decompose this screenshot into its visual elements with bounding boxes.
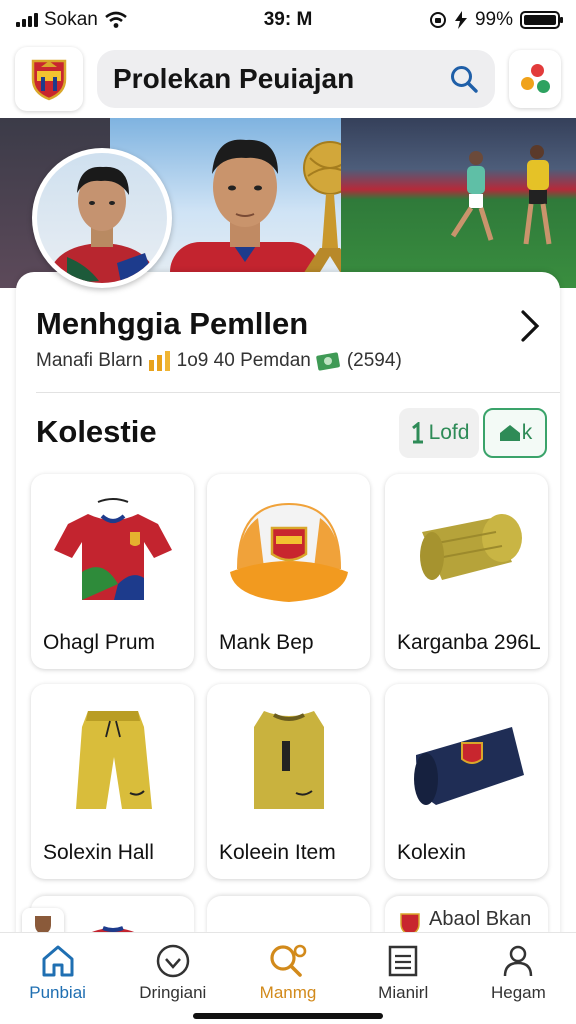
profile-icon — [504, 945, 533, 977]
home-small-icon — [499, 425, 520, 441]
wifi-icon — [105, 11, 127, 28]
product-card[interactable]: Kolexin — [385, 684, 548, 879]
signal-icon — [16, 13, 38, 27]
filter-button-b[interactable]: k — [483, 408, 547, 458]
profile-meta-c: (2594) — [346, 350, 402, 371]
chevron-right-icon[interactable] — [518, 308, 542, 344]
app-header: Prolekan Peuiajan — [0, 42, 576, 116]
home-icon — [42, 945, 74, 977]
cap-icon — [229, 502, 348, 602]
vest-icon — [253, 710, 324, 809]
nav-item-menu[interactable]: Mianirl — [346, 933, 461, 1024]
filter-button-a[interactable]: Lofd — [399, 408, 479, 458]
nav-item-favorites[interactable]: Dringiani — [115, 933, 230, 1024]
search-gear-icon — [270, 944, 307, 977]
product-card[interactable]: Solexin Hall — [31, 684, 194, 879]
status-bar: Sokan 39: M 99% — [0, 0, 576, 40]
shorts-icon — [75, 710, 152, 809]
orientation-lock-icon — [429, 12, 446, 28]
profile-meta-b: 1o9 40 Pemdan — [176, 350, 311, 371]
clock: 39: M — [263, 9, 313, 30]
club-logo-button[interactable] — [15, 47, 83, 111]
nav-item-profile[interactable]: Hegam — [461, 933, 576, 1024]
product-label: Abaol Bkan — [429, 908, 532, 930]
list-icon — [388, 945, 418, 977]
home-indicator — [193, 1013, 383, 1019]
product-label: Kolexin — [397, 841, 466, 864]
carrier-label: Sokan — [44, 9, 98, 30]
towel-roll-icon — [419, 513, 522, 580]
chart-icon — [148, 351, 170, 371]
apps-dots-icon[interactable] — [509, 50, 561, 108]
product-label: Karganba 296L — [397, 631, 541, 654]
collection-title: Kolestie — [36, 414, 157, 449]
search-bar[interactable]: Prolekan Peuiajan — [97, 50, 495, 108]
divider — [36, 392, 560, 393]
nav-label: Dringiani — [139, 983, 207, 1002]
product-card[interactable]: Koleein Item — [207, 684, 370, 879]
product-label: Mank Bep — [219, 631, 314, 654]
filter-button-b-label: k — [521, 421, 533, 444]
search-icon[interactable] — [449, 64, 479, 94]
club-crest-icon — [31, 59, 67, 101]
product-label: Ohagl Prum — [43, 631, 156, 654]
scarf-icon — [413, 726, 524, 805]
money-icon — [316, 352, 340, 371]
filter-button-a-label: Lofd — [428, 421, 470, 444]
nav-item-home[interactable]: Punbiai — [0, 933, 115, 1024]
product-label: Koleein Item — [219, 841, 336, 864]
profile-name[interactable]: Menhggia Pemllen — [36, 306, 308, 342]
product-card-peek[interactable]: Abaol Bkan — [385, 896, 548, 936]
players-image — [450, 145, 552, 245]
nav-label: Hegam — [491, 983, 546, 1002]
nav-item-manage[interactable]: Manmg — [230, 933, 345, 1024]
product-card[interactable]: Ohagl Prum — [31, 474, 194, 669]
nav-label: Mianirl — [378, 983, 429, 1002]
charging-bolt-icon — [454, 11, 467, 29]
product-card-peek[interactable] — [207, 896, 370, 936]
profile-avatar[interactable] — [32, 148, 172, 288]
nav-label: Punbiai — [29, 983, 86, 1002]
nav-label: Manmg — [259, 983, 317, 1002]
product-card[interactable]: Mank Bep — [207, 474, 370, 669]
jersey-icon — [53, 497, 172, 600]
battery-icon — [520, 11, 563, 29]
heart-icon — [156, 944, 190, 978]
profile-meta: Manafi Blarn 1o9 40 Pemdan (2594) — [36, 350, 402, 372]
bottom-nav: Punbiai Dringiani Manmg Mianirl Hegam — [0, 932, 576, 1024]
profile-meta-a: Manafi Blarn — [36, 350, 143, 371]
header-title: Prolekan Peuiajan — [113, 63, 355, 94]
product-card[interactable]: Karganba 296L — [385, 474, 548, 669]
product-label: Solexin Hall — [43, 841, 154, 864]
avatar-image — [47, 166, 157, 283]
battery-percent: 99% — [474, 9, 513, 30]
rank-icon — [411, 422, 423, 444]
stadium-field-image — [341, 118, 576, 288]
